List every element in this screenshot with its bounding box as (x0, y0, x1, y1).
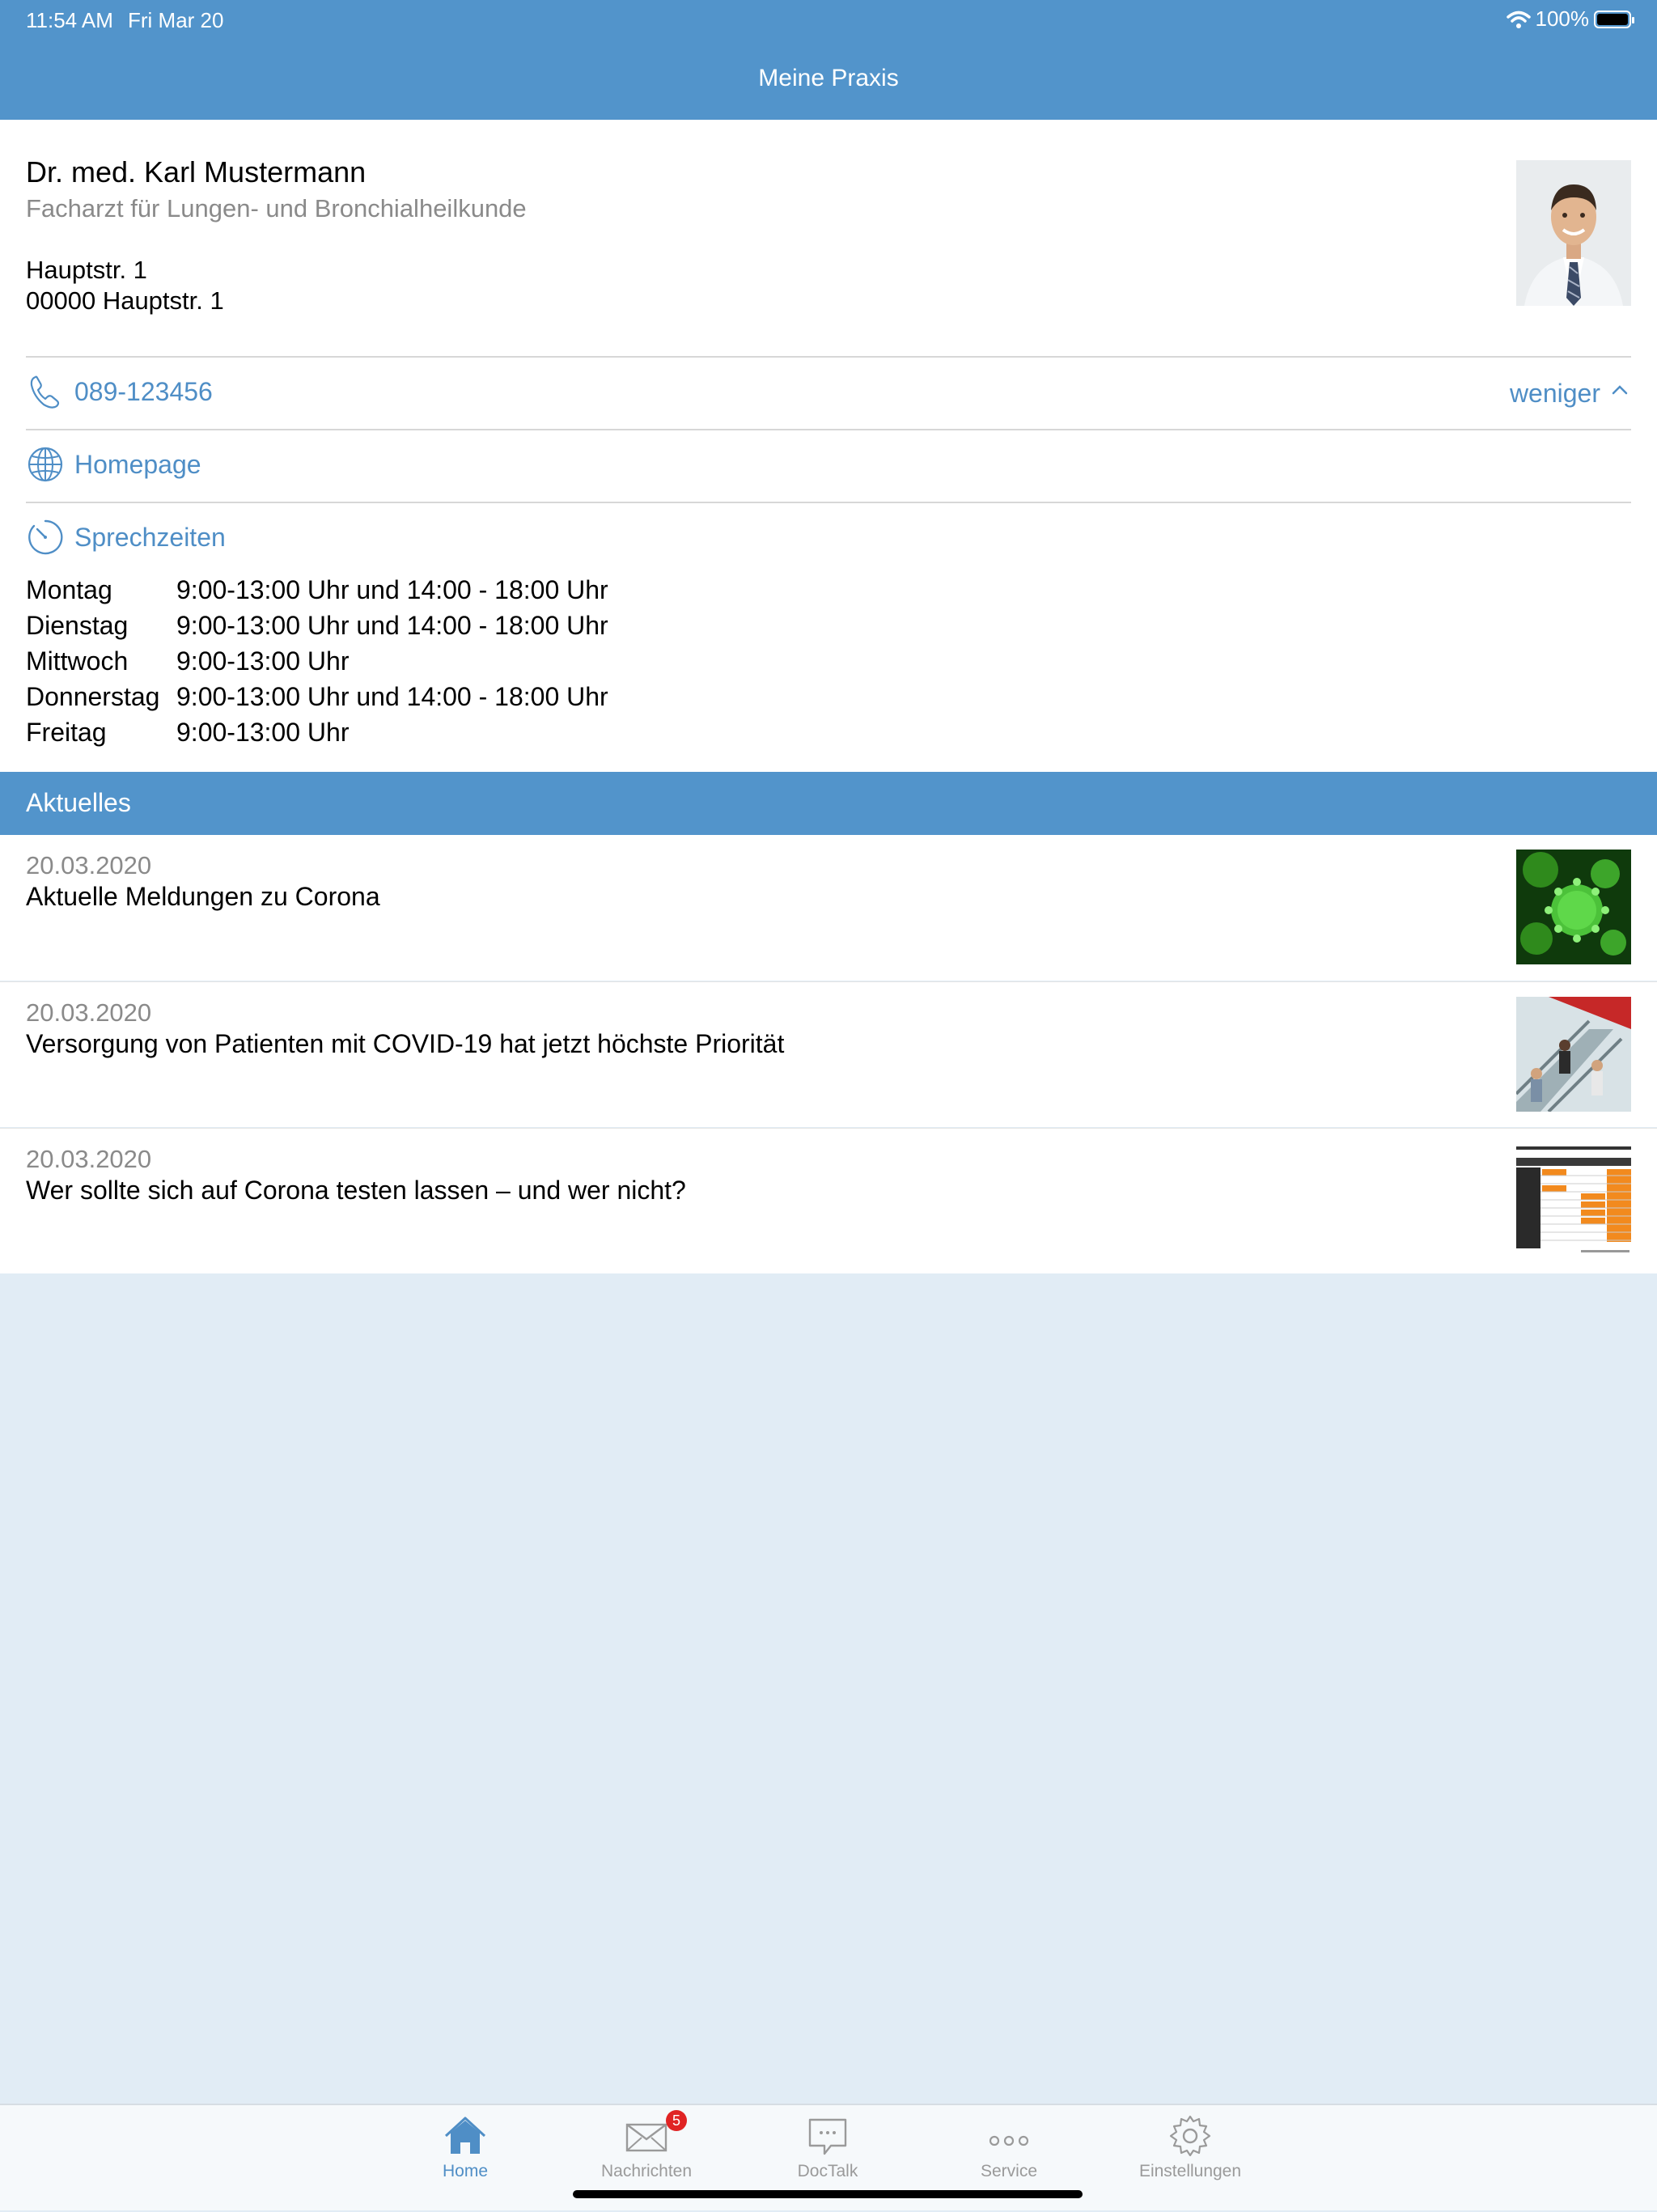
navigation-header: 11:54 AM Fri Mar 20 100% Meine Praxis (0, 0, 1657, 120)
chat-icon (808, 2118, 847, 2155)
news-item[interactable]: 20.03.2020 Aktuelle Meldungen zu Corona (0, 835, 1657, 981)
hours-day: Donnerstag (26, 682, 160, 711)
tab-home[interactable]: Home (384, 2105, 546, 2212)
office-hours-label: Sprechzeiten (74, 523, 226, 552)
news-title: Wer sollte sich auf Corona testen lassen… (26, 1176, 686, 1205)
hours-time: 9:00-13:00 Uhr (176, 718, 350, 747)
news-item[interactable]: 20.03.2020 Wer sollte sich auf Corona te… (0, 1128, 1657, 1273)
less-toggle[interactable]: weniger (1510, 379, 1600, 409)
status-date: Fri Mar 20 (128, 8, 224, 32)
divider (26, 429, 1631, 430)
escalator-thumbnail (1516, 997, 1631, 1112)
homepage-link[interactable]: Homepage (74, 450, 201, 480)
gear-icon (1169, 2115, 1211, 2157)
hours-time: 9:00-13:00 Uhr (176, 646, 350, 676)
battery-icon (1594, 10, 1634, 28)
address-line-2: 00000 Hauptstr. 1 (26, 286, 224, 315)
status-indicators: 100% (1506, 6, 1634, 32)
hours-day: Montag (26, 575, 112, 604)
news-date: 20.03.2020 (26, 998, 152, 1027)
table-thumbnail (1516, 1143, 1631, 1258)
tab-label: Service (980, 2162, 1038, 2180)
home-icon (444, 2117, 486, 2154)
tab-label: Nachrichten (600, 2162, 693, 2180)
divider (26, 502, 1631, 503)
tab-settings[interactable]: Einstellungen (1109, 2105, 1271, 2212)
news-date: 20.03.2020 (26, 851, 152, 879)
news-section-header: Aktuelles (0, 772, 1657, 835)
hours-time: 9:00-13:00 Uhr und 14:00 - 18:00 Uhr (176, 575, 608, 604)
clock-icon (28, 519, 63, 555)
phone-link[interactable]: 089-123456 (74, 377, 213, 407)
section-title: Aktuelles (26, 788, 131, 817)
unread-badge: 5 (666, 2110, 687, 2131)
divider (26, 356, 1631, 358)
virus-thumbnail (1516, 850, 1631, 964)
hours-day: Freitag (26, 718, 107, 747)
news-title: Versorgung von Patienten mit COVID-19 ha… (26, 1029, 785, 1058)
tab-label: Einstellungen (1138, 2162, 1242, 2180)
hours-time: 9:00-13:00 Uhr und 14:00 - 18:00 Uhr (176, 611, 608, 640)
practice-card: Dr. med. Karl Mustermann Facharzt für Lu… (0, 120, 1657, 772)
wifi-icon (1506, 11, 1531, 28)
tab-label: DocTalk (797, 2162, 858, 2180)
envelope-icon (625, 2123, 667, 2152)
hours-time: 9:00-13:00 Uhr und 14:00 - 18:00 Uhr (176, 682, 608, 711)
news-title: Aktuelle Meldungen zu Corona (26, 882, 380, 911)
news-item[interactable]: 20.03.2020 Versorgung von Patienten mit … (0, 981, 1657, 1127)
status-time: 11:54 AM (26, 8, 113, 32)
news-date: 20.03.2020 (26, 1145, 152, 1173)
doctor-portrait (1516, 160, 1631, 306)
tab-label: Home (442, 2162, 489, 2180)
phone-icon (30, 375, 60, 409)
hours-day: Dienstag (26, 611, 129, 640)
dots-icon (989, 2135, 1029, 2146)
hours-day: Mittwoch (26, 646, 129, 676)
doctor-specialty: Facharzt für Lungen- und Bronchialheilku… (26, 194, 527, 222)
address-line-1: Hauptstr. 1 (26, 256, 147, 284)
doctor-name: Dr. med. Karl Mustermann (26, 155, 367, 189)
battery-percent: 100% (1535, 6, 1590, 31)
page-title: Meine Praxis (758, 65, 899, 91)
chevron-up-icon[interactable] (1608, 379, 1631, 401)
globe-icon (28, 447, 63, 482)
home-indicator[interactable] (573, 2190, 1083, 2198)
